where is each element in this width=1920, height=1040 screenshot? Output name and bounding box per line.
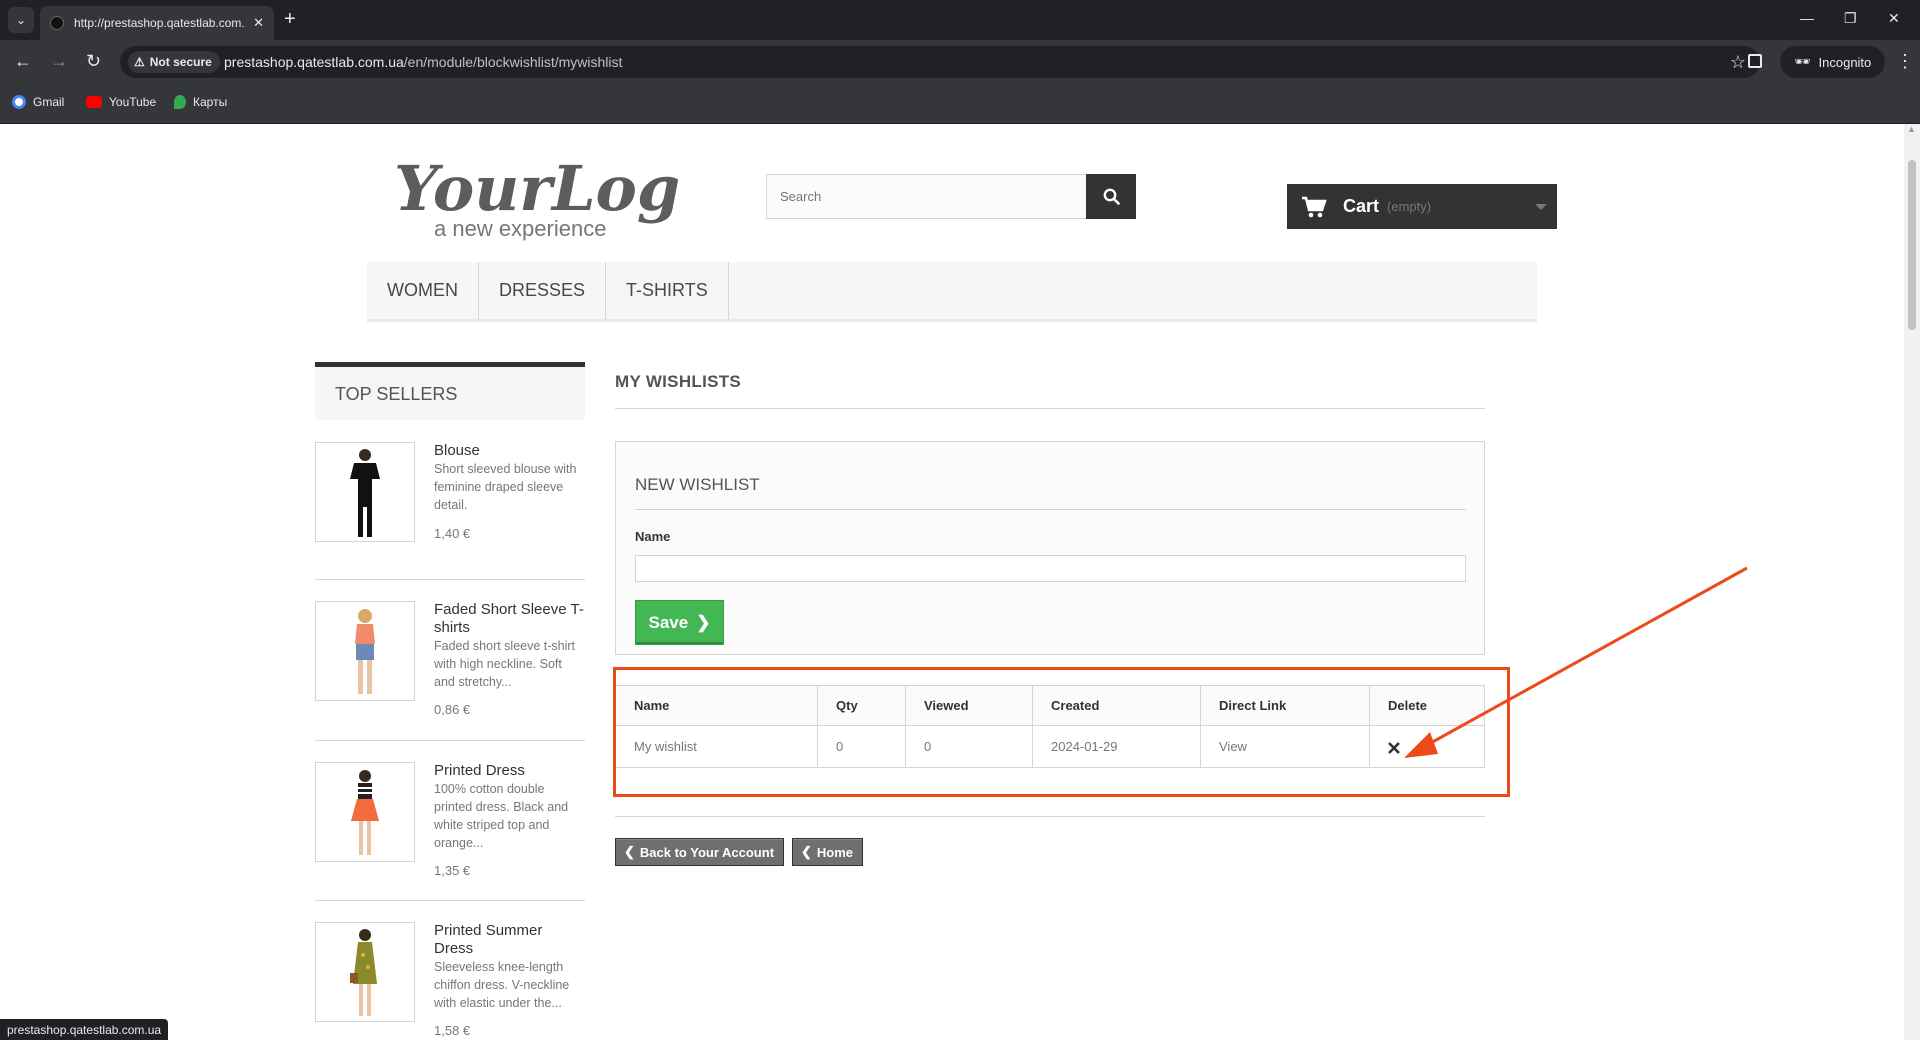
browser-tab-bar: ⌄ http://prestashop.qatestlab.com.ua/en/…	[0, 0, 1920, 40]
bookmark-gmail[interactable]: Gmail	[12, 95, 64, 109]
scrollbar-thumb[interactable]	[1908, 160, 1916, 330]
security-label: Not secure	[149, 55, 212, 69]
web-page: YourLogo a new experience Cart (empty) W…	[0, 124, 1904, 1040]
restore-icon[interactable]: ❐	[1844, 10, 1857, 27]
bookmarks-bar: Gmail YouTube Карты	[0, 84, 1920, 124]
product-name[interactable]: Printed Summer Dress	[434, 922, 584, 958]
url-text: prestashop.qatestlab.com.ua/en/module/bl…	[224, 54, 622, 70]
list-item: Printed Summer Dress Sleeveless knee-len…	[315, 901, 585, 1040]
chevron-down-icon	[1535, 204, 1547, 210]
product-description: Sleeveless knee-length chiffon dress. V-…	[434, 960, 570, 1010]
maps-icon	[174, 95, 186, 109]
search-input[interactable]	[767, 175, 1087, 218]
side-panel-icon[interactable]	[1748, 54, 1762, 68]
forward-arrow-icon[interactable]: →	[50, 52, 68, 70]
back-to-account-button[interactable]: ❮ Back to Your Account	[615, 838, 785, 866]
bookmark-label: Карты	[193, 95, 228, 109]
save-button-label: Save	[648, 612, 689, 632]
menu-item-women[interactable]: Women	[367, 262, 479, 319]
youtube-icon	[86, 96, 102, 108]
menu-item-dresses[interactable]: Dresses	[479, 262, 607, 319]
top-sellers-title[interactable]: Top sellers	[315, 362, 585, 420]
page-title: My wishlists	[615, 372, 1485, 409]
google-icon	[12, 95, 26, 109]
address-bar[interactable]: ⚠ Not secure prestashop.qatestlab.com.ua…	[120, 46, 1760, 78]
bookmark-label: Gmail	[33, 95, 65, 109]
logo-tagline: a new experience	[434, 216, 606, 241]
browser-menu-icon[interactable]: ⋮	[1896, 51, 1914, 72]
list-item: Faded Short Sleeve T-shirts Faded short …	[315, 580, 585, 741]
search-icon	[1103, 188, 1120, 205]
search-button[interactable]	[1086, 174, 1136, 219]
link-status-bar: prestashop.qatestlab.com.ua	[0, 1019, 169, 1040]
product-price: 0,86 €	[434, 702, 471, 717]
site-logo[interactable]: YourLogo a new experience	[392, 144, 682, 244]
product-price: 1,58 €	[434, 1023, 471, 1038]
bookmark-maps[interactable]: Карты	[174, 95, 227, 109]
incognito-badge[interactable]: 🕶 Incognito	[1780, 46, 1886, 78]
product-price: 1,40 €	[434, 526, 471, 541]
save-button[interactable]: Save ❯	[635, 600, 724, 645]
page-scrollbar[interactable]: ▲	[1904, 124, 1920, 1040]
shopping-cart-icon	[1302, 196, 1327, 217]
bookmark-label: YouTube	[109, 95, 157, 109]
url-path: /en/module/blockwishlist/mywishlist	[403, 54, 623, 70]
menu-item-tshirts[interactable]: T-shirts	[606, 262, 729, 319]
incognito-label: Incognito	[1818, 54, 1872, 70]
product-image[interactable]	[315, 442, 415, 542]
security-indicator[interactable]: ⚠ Not secure	[128, 51, 220, 73]
warning-triangle-icon: ⚠	[134, 55, 145, 69]
cart-status: (empty)	[1387, 199, 1432, 214]
product-description: 100% cotton double printed dress. Black …	[434, 782, 569, 850]
chevron-left-icon: ❮	[801, 844, 812, 859]
tab-close-icon[interactable]: ✕	[253, 15, 264, 31]
new-tab-button[interactable]: +	[284, 8, 296, 30]
tab-search-button[interactable]: ⌄	[8, 7, 34, 33]
product-price: 1,35 €	[434, 863, 471, 878]
window-close-icon[interactable]: ✕	[1888, 10, 1900, 27]
tab-title: http://prestashop.qatestlab.com.ua/en/mo…	[74, 16, 244, 30]
url-host: prestashop.qatestlab.com.ua	[224, 54, 404, 70]
bookmark-star-icon[interactable]: ☆	[1730, 52, 1746, 73]
new-wishlist-form: New wishlist Name Save ❯	[615, 441, 1485, 655]
cart-button[interactable]: Cart (empty)	[1287, 184, 1557, 229]
chevron-left-icon: ❮	[624, 844, 635, 859]
reload-icon[interactable]: ↻	[86, 52, 101, 70]
product-image[interactable]	[315, 601, 415, 701]
home-label: Home	[816, 844, 854, 860]
product-name[interactable]: Blouse	[434, 442, 584, 460]
form-title: New wishlist	[635, 475, 1466, 510]
annotation-highlight-box	[613, 667, 1510, 797]
back-to-account-label: Back to Your Account	[639, 844, 775, 860]
bookmark-youtube[interactable]: YouTube	[86, 95, 156, 109]
divider	[615, 816, 1485, 817]
site-favicon-icon	[50, 16, 64, 30]
product-image[interactable]	[315, 922, 415, 1022]
browser-toolbar: ← → ↻ ⚠ Not secure prestashop.qatestlab.…	[0, 40, 1920, 84]
product-image[interactable]	[315, 762, 415, 862]
minimize-icon[interactable]: —	[1800, 10, 1814, 26]
wishlist-name-input[interactable]	[635, 555, 1466, 582]
list-item: Printed Dress 100% cotton double printed…	[315, 741, 585, 901]
home-button[interactable]: ❮ Home	[792, 838, 864, 866]
cart-label: Cart	[1343, 196, 1380, 216]
product-name[interactable]: Printed Dress	[434, 762, 584, 780]
back-arrow-icon[interactable]: ←	[14, 52, 32, 70]
chevron-right-icon: ❯	[696, 612, 711, 632]
product-description: Faded short sleeve t-shirt with high nec…	[434, 639, 576, 689]
product-name[interactable]: Faded Short Sleeve T-shirts	[434, 601, 584, 637]
name-label: Name	[635, 529, 671, 544]
top-sellers-block: Top sellers Blouse Short sleeved blouse …	[315, 362, 585, 1040]
browser-tab[interactable]: http://prestashop.qatestlab.com.ua/en/mo…	[40, 6, 274, 40]
product-description: Short sleeved blouse with feminine drape…	[434, 462, 577, 512]
annotation-arrow-icon	[1404, 566, 1748, 758]
search-form	[766, 174, 1136, 219]
scroll-up-icon[interactable]: ▲	[1907, 124, 1916, 134]
incognito-icon: 🕶	[1794, 54, 1811, 69]
main-menu: Women Dresses T-shirts	[367, 262, 1537, 322]
logo-text: YourLogo	[394, 152, 682, 225]
list-item: Blouse Short sleeved blouse with feminin…	[315, 420, 585, 580]
